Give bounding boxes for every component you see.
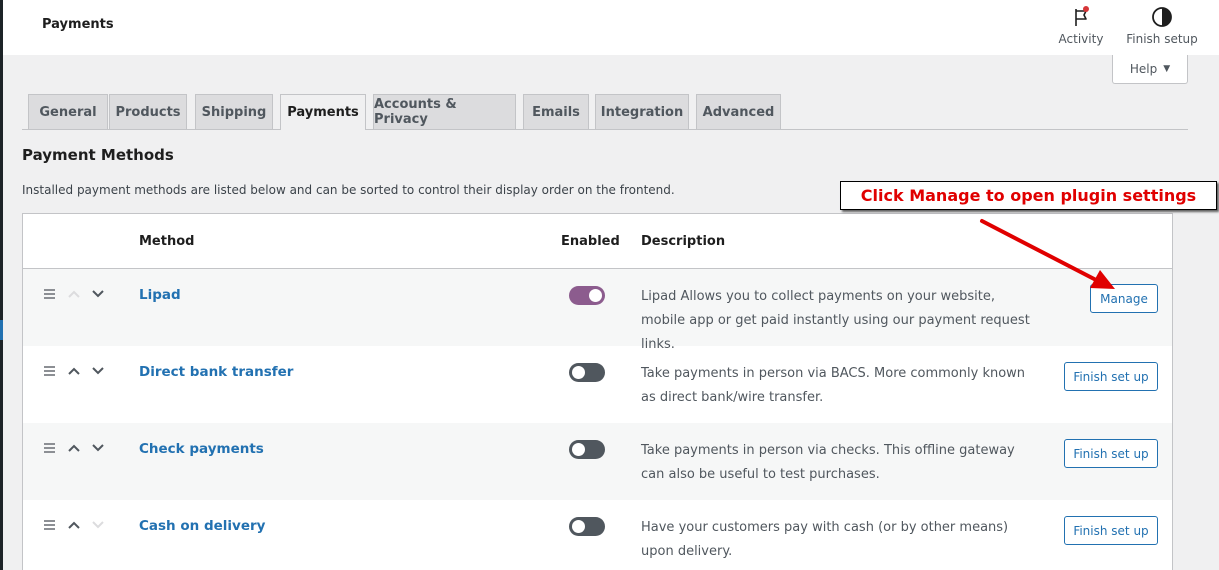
tab-products[interactable]: Products (109, 94, 187, 129)
toggle-knob (589, 289, 602, 302)
toggle-knob (572, 520, 585, 533)
caret-down-icon: ▼ (1163, 64, 1171, 74)
enabled-toggle[interactable] (569, 440, 605, 459)
flag-icon (1075, 6, 1089, 26)
method-link[interactable]: Cash on delivery (139, 518, 265, 534)
move-down-icon[interactable] (91, 441, 105, 457)
method-description: Take payments in person via checks. This… (641, 443, 1015, 482)
section-title: Payment Methods (22, 146, 174, 164)
move-up-icon[interactable] (67, 364, 81, 380)
finish-set-up-button[interactable]: Finish set up (1064, 439, 1158, 468)
admin-sidebar-edge (0, 0, 3, 570)
page-title: Payments (42, 17, 114, 32)
finish-set-up-button[interactable]: Finish set up (1064, 516, 1158, 545)
activity-label: Activity (1058, 32, 1104, 46)
annotation-callout: Click Manage to open plugin settings (840, 181, 1217, 210)
move-up-icon[interactable] (67, 441, 81, 457)
drag-handle-icon[interactable] (44, 289, 55, 301)
drag-handle-icon[interactable] (44, 366, 55, 378)
table-row: Lipad Lipad Allows you to collect paymen… (23, 269, 1172, 352)
sidebar-active-indicator (0, 320, 3, 340)
table-row: Check payments Take payments in person v… (23, 423, 1172, 500)
move-down-icon[interactable] (91, 287, 105, 303)
settings-tabs: General Products Shipping Payments Accou… (22, 94, 1188, 130)
header-enabled: Enabled (561, 234, 620, 249)
method-link[interactable]: Lipad (139, 287, 181, 303)
toggle-knob (572, 443, 585, 456)
tab-general[interactable]: General (28, 94, 108, 129)
header-description: Description (641, 234, 726, 249)
enabled-toggle[interactable] (569, 363, 605, 382)
move-down-icon (91, 518, 105, 534)
method-description: Have your customers pay with cash (or by… (641, 520, 1009, 559)
method-link[interactable]: Direct bank transfer (139, 364, 293, 380)
toggle-knob (572, 366, 585, 379)
table-row: Direct bank transfer Take payments in pe… (23, 346, 1172, 423)
tab-integration[interactable]: Integration (595, 94, 689, 129)
enabled-toggle[interactable] (569, 286, 605, 305)
help-label: Help (1129, 62, 1158, 76)
tab-emails[interactable]: Emails (523, 94, 589, 129)
tab-shipping[interactable]: Shipping (195, 94, 273, 129)
header-method: Method (139, 234, 195, 249)
drag-handle-icon[interactable] (44, 443, 55, 455)
payment-methods-table: Method Enabled Description Lipad Lipad A… (22, 213, 1173, 570)
drag-handle-icon[interactable] (44, 520, 55, 532)
move-up-icon (67, 287, 81, 303)
move-up-icon[interactable] (67, 518, 81, 534)
tab-advanced[interactable]: Advanced (696, 94, 781, 129)
section-description: Installed payment methods are listed bel… (22, 183, 675, 197)
tab-payments[interactable]: Payments (280, 94, 366, 130)
table-row: Cash on delivery Have your customers pay… (23, 500, 1172, 570)
finish-setup-button[interactable]: Finish setup (1124, 4, 1200, 46)
method-description: Take payments in person via BACS. More c… (641, 366, 1026, 405)
method-link[interactable]: Check payments (139, 441, 264, 457)
help-button[interactable]: Help ▼ (1112, 55, 1188, 84)
top-header: Payments Activity Finish setup (3, 0, 1219, 55)
half-circle-icon (1152, 7, 1172, 27)
activity-button[interactable]: Activity (1057, 4, 1105, 46)
finish-set-up-button[interactable]: Finish set up (1064, 362, 1158, 391)
manage-button[interactable]: Manage (1090, 284, 1158, 313)
finish-setup-label: Finish setup (1126, 32, 1198, 46)
enabled-toggle[interactable] (569, 517, 605, 536)
move-down-icon[interactable] (91, 364, 105, 380)
tab-accounts-privacy[interactable]: Accounts & Privacy (373, 94, 516, 129)
